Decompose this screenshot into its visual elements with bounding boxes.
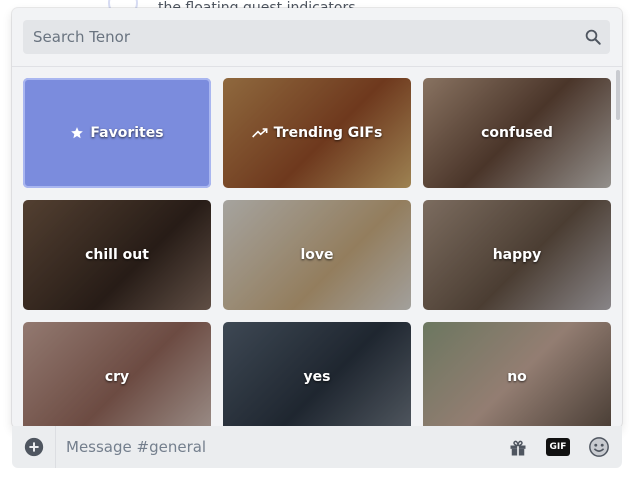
category-label: Favorites <box>90 125 164 141</box>
gif-category-grid: Favorites Trending GIFs confused chill o… <box>23 78 613 428</box>
search-input[interactable]: Search Tenor <box>23 20 610 54</box>
category-label: happy <box>492 247 542 263</box>
gif-button[interactable]: GIF <box>546 438 570 456</box>
gift-icon[interactable] <box>508 438 528 458</box>
category-label: Trending GIFs <box>273 125 383 141</box>
category-label: cry <box>104 369 130 385</box>
category-label: yes <box>303 369 331 385</box>
category-tile-happy[interactable]: happy <box>423 200 611 310</box>
category-tile-yes[interactable]: yes <box>223 322 411 428</box>
search-placeholder: Search Tenor <box>33 28 130 46</box>
category-tile-confused[interactable]: confused <box>423 78 611 188</box>
category-tile-chill-out[interactable]: chill out <box>23 200 211 310</box>
star-icon <box>71 127 84 139</box>
add-attachment-icon[interactable] <box>24 437 44 457</box>
grid-scrollbar[interactable] <box>616 70 620 120</box>
category-tile-no[interactable]: no <box>423 322 611 428</box>
category-label: chill out <box>85 247 149 263</box>
category-label: confused <box>481 125 553 141</box>
search-divider <box>12 66 622 67</box>
message-input[interactable]: Message #general <box>66 426 206 468</box>
category-tile-trending[interactable]: Trending GIFs <box>223 78 411 188</box>
composer-divider <box>55 426 56 468</box>
category-tile-cry[interactable]: cry <box>23 322 211 428</box>
category-tile-favorites[interactable]: Favorites <box>23 78 211 188</box>
search-icon <box>585 29 601 45</box>
trending-icon <box>251 128 268 138</box>
category-tile-love[interactable]: love <box>223 200 411 310</box>
category-label: no <box>507 369 527 385</box>
category-label: love <box>300 247 334 263</box>
emoji-icon[interactable] <box>588 436 610 458</box>
gif-picker: Search Tenor Favorites Trending GIFs con… <box>12 8 622 428</box>
message-composer: Message #general GIF <box>12 426 622 468</box>
